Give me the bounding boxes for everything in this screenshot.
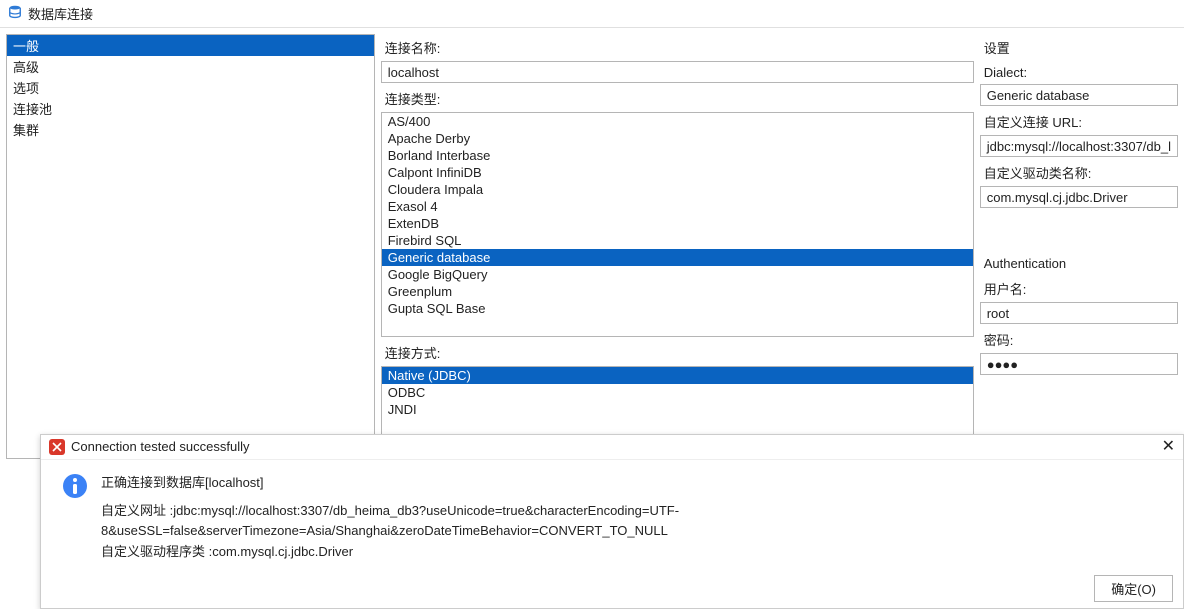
connection-type-item[interactable]: Exasol 4: [382, 198, 973, 215]
connection-type-item[interactable]: Firebird SQL: [382, 232, 973, 249]
close-icon[interactable]: ✕: [1162, 439, 1175, 455]
pass-input[interactable]: ●●●●: [980, 353, 1178, 375]
nav-item[interactable]: 一般: [7, 35, 374, 56]
connection-type-label: 连接类型:: [381, 87, 974, 110]
database-icon: [8, 5, 22, 22]
toast-footer: 确定(O): [41, 569, 1183, 608]
toast-line-2b: 自定义驱动程序类 :com.mysql.cj.jdbc.Driver: [101, 542, 1163, 563]
access-item[interactable]: ODBC: [382, 384, 973, 401]
pass-label: 密码:: [980, 328, 1178, 351]
toast-lines: 正确连接到数据库[localhost] 自定义网址 :jdbc:mysql://…: [101, 472, 1163, 563]
driver-input[interactable]: com.mysql.cj.jdbc.Driver: [980, 186, 1178, 208]
right-column: 设置 Dialect: Generic database 自定义连接 URL: …: [980, 34, 1178, 466]
toast-status-icon: [49, 439, 65, 455]
access-label: 连接方式:: [381, 341, 974, 364]
toast-line-1: 正确连接到数据库[localhost]: [101, 472, 1163, 491]
toast-line-2a: 自定义网址 :jdbc:mysql://localhost:3307/db_he…: [101, 501, 1163, 543]
nav-list[interactable]: 一般高级选项连接池集群: [6, 34, 375, 459]
toast-body: 正确连接到数据库[localhost] 自定义网址 :jdbc:mysql://…: [41, 460, 1183, 569]
connection-type-item[interactable]: Generic database: [382, 249, 973, 266]
toast-dialog: Connection tested successfully ✕ 正确连接到数据…: [40, 434, 1184, 609]
connection-type-item[interactable]: Borland Interbase: [382, 147, 973, 164]
connection-type-item[interactable]: AS/400: [382, 113, 973, 130]
spacer: [980, 210, 1178, 250]
nav-item[interactable]: 高级: [7, 56, 374, 77]
title-bar: 数据库连接: [0, 0, 1184, 28]
settings-label: 设置: [980, 36, 1178, 59]
user-label: 用户名:: [980, 277, 1178, 300]
toast-title: Connection tested successfully: [71, 439, 249, 454]
connection-type-item[interactable]: Calpont InfiniDB: [382, 164, 973, 181]
connection-name-label: 连接名称:: [381, 36, 974, 59]
connection-type-item[interactable]: ExtenDB: [382, 215, 973, 232]
driver-label: 自定义驱动类名称:: [980, 161, 1178, 184]
nav-item[interactable]: 选项: [7, 77, 374, 98]
connection-type-list[interactable]: AS/400Apache DerbyBorland InterbaseCalpo…: [381, 112, 974, 337]
connection-type-item[interactable]: Greenplum: [382, 283, 973, 300]
info-icon: [61, 472, 91, 563]
url-input[interactable]: jdbc:mysql://localhost:3307/db_l: [980, 135, 1178, 157]
connection-type-item[interactable]: Gupta SQL Base: [382, 300, 973, 317]
toast-details: 自定义网址 :jdbc:mysql://localhost:3307/db_he…: [101, 501, 1163, 563]
auth-label: Authentication: [980, 254, 1178, 273]
main-area: 一般高级选项连接池集群 连接名称: localhost 连接类型: AS/400…: [0, 28, 1184, 472]
connection-type-item[interactable]: Apache Derby: [382, 130, 973, 147]
ok-button[interactable]: 确定(O): [1094, 575, 1173, 602]
nav-item[interactable]: 集群: [7, 119, 374, 140]
connection-name-input[interactable]: localhost: [381, 61, 974, 83]
window-title: 数据库连接: [28, 4, 93, 23]
user-input[interactable]: root: [980, 302, 1178, 324]
toast-header: Connection tested successfully ✕: [41, 435, 1183, 460]
url-label: 自定义连接 URL:: [980, 110, 1178, 133]
access-item[interactable]: JNDI: [382, 401, 973, 418]
center-column: 连接名称: localhost 连接类型: AS/400Apache Derby…: [381, 34, 974, 466]
connection-type-item[interactable]: Cloudera Impala: [382, 181, 973, 198]
dialect-input[interactable]: Generic database: [980, 84, 1178, 106]
nav-item[interactable]: 连接池: [7, 98, 374, 119]
access-item[interactable]: Native (JDBC): [382, 367, 973, 384]
connection-type-item[interactable]: Google BigQuery: [382, 266, 973, 283]
dialect-label: Dialect:: [980, 63, 1178, 82]
